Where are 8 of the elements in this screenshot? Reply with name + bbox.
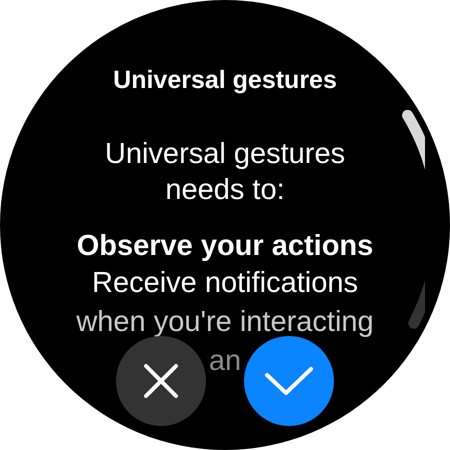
close-icon <box>143 363 179 399</box>
permission-description: an <box>208 344 242 379</box>
checkmark-icon <box>264 366 314 396</box>
permission-description: Receive notifications <box>92 266 358 301</box>
permission-title: Observe your actions <box>76 229 374 264</box>
intro-text: Universal gestures needs to: <box>104 137 346 208</box>
permission-description: when you're interacting <box>76 305 374 340</box>
screen-title: Universal gestures <box>113 65 337 96</box>
